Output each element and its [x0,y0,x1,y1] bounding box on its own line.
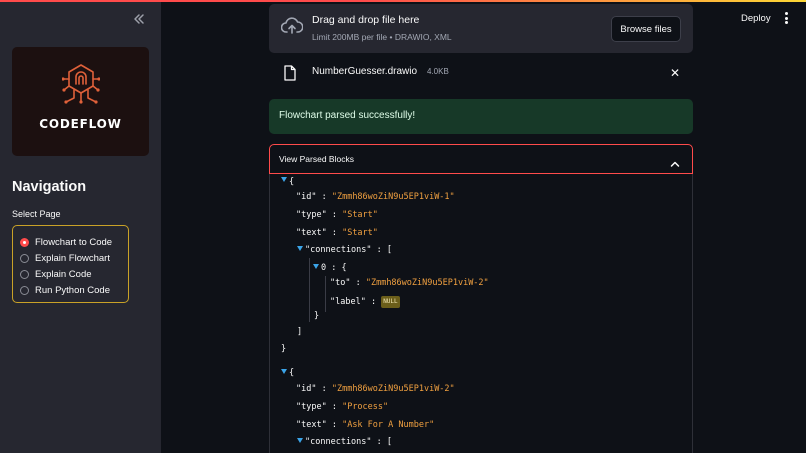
json-entry-connections: "connections" : [ [305,437,393,447]
json-entry-connections: "connections" : [ [305,245,393,255]
radio-option-run-python-code[interactable]: Run Python Code [20,283,110,297]
radio-unselected-icon [20,253,29,263]
json-entry-index: 0 : { [321,263,347,273]
json-entry-to: "to" : "Zmmh86woZiN9u5EP1viW-2" [330,278,489,288]
json-close-brace: } [314,311,320,321]
remove-file-close-icon[interactable]: ✕ [670,67,680,79]
collapse-sidebar-icon[interactable] [131,11,147,27]
tree-toggle-icon[interactable] [281,177,287,182]
deploy-button[interactable]: Deploy [741,13,771,24]
json-entry-type: "type" : "Process" [296,402,389,412]
radio-option-flowchart-to-code[interactable]: Flowchart to Code [20,235,112,249]
radio-unselected-icon [20,285,29,295]
tree-guide-line [325,276,326,312]
json-entry-text: "text" : "Start" [296,228,378,238]
radio-unselected-icon [20,269,29,279]
tree-guide-line [309,258,310,322]
success-alert: Flowchart parsed successfully! [269,99,693,134]
logo-circuit-icon [62,64,100,104]
json-close-bracket: ] [297,327,303,337]
json-open-brace: { [289,368,295,378]
json-entry-text: "text" : "Ask For A Number" [296,420,435,430]
file-size: 4.0KB [427,67,449,76]
browse-files-button[interactable]: Browse files [611,16,681,42]
expander-label: View Parsed Blocks [279,154,354,164]
file-dropzone[interactable]: Drag and drop file here Limit 200MB per … [269,4,693,53]
navigation-title: Navigation [12,179,87,195]
dropzone-limit: Limit 200MB per file • DRAWIO, XML [312,32,452,42]
page-radio-group: Flowchart to Code Explain Flowchart Expl… [12,225,129,303]
radio-option-label: Explain Flowchart [35,252,110,264]
radio-option-label: Run Python Code [35,284,110,296]
null-badge: NULL [381,296,400,308]
success-message: Flowchart parsed successfully! [279,110,416,121]
cloud-upload-icon [280,17,304,40]
json-entry-label: "label" : NULL [330,296,400,308]
chevron-up-icon [670,155,680,173]
radio-option-label: Flowchart to Code [35,236,113,248]
radio-option-explain-flowchart[interactable]: Explain Flowchart [20,251,110,265]
radio-selected-icon [20,237,29,247]
radio-option-label: Explain Code [35,268,92,280]
sidebar: CODEFLOW Navigation Select Page Flowchar… [0,0,161,453]
tree-toggle-icon[interactable] [313,264,319,269]
dropzone-title: Drag and drop file here [312,14,420,26]
json-close-brace: } [281,344,287,354]
radio-option-explain-code[interactable]: Explain Code [20,267,92,281]
file-icon [284,65,296,86]
json-entry-id: "id" : "Zmmh86woZiN9u5EP1viW-1" [296,192,455,202]
json-entry-type: "type" : "Start" [296,210,378,220]
tree-toggle-icon[interactable] [281,369,287,374]
json-entry-id: "id" : "Zmmh86woZiN9u5EP1viW-2" [296,384,455,394]
select-page-label: Select Page [12,209,61,219]
tree-toggle-icon[interactable] [297,438,303,443]
file-name: NumberGuesser.drawio [312,66,418,77]
tree-toggle-icon[interactable] [297,246,303,251]
json-open-brace: { [289,177,295,187]
logo-text: CODEFLOW [39,117,122,131]
top-decoration-bar [0,0,806,2]
kebab-menu-icon[interactable] [782,12,790,26]
app-logo: CODEFLOW [12,47,149,156]
view-parsed-blocks-expander[interactable]: View Parsed Blocks [269,144,693,174]
uploaded-file-row: NumberGuesser.drawio 4.0KB ✕ [269,60,693,86]
